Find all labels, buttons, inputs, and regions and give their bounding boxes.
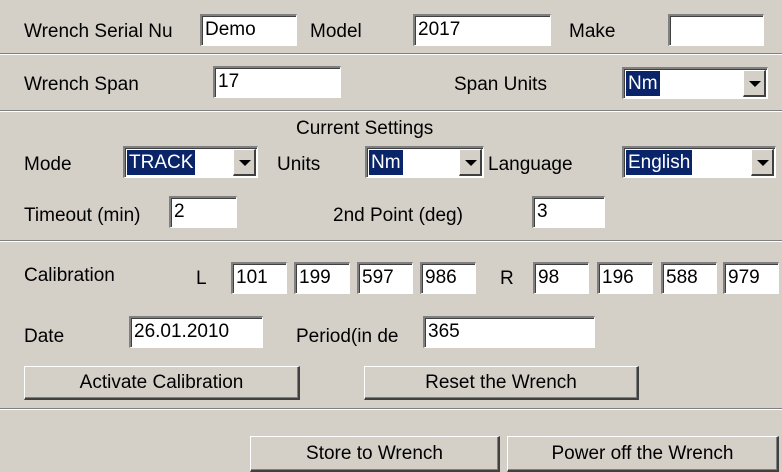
units-dropdown-arrow-icon[interactable] <box>459 149 482 176</box>
separator-1 <box>0 53 782 55</box>
calibration-right-3-field[interactable]: 588 <box>661 262 717 294</box>
calibration-left-1-field[interactable]: 101 <box>231 262 287 294</box>
reset-wrench-button[interactable]: Reset the Wrench <box>364 366 639 400</box>
separator-3 <box>0 240 782 242</box>
language-value: English <box>626 150 693 175</box>
timeout-label: Timeout (min) <box>24 205 141 226</box>
activate-calibration-button[interactable]: Activate Calibration <box>24 366 300 400</box>
units-value: Nm <box>369 150 403 175</box>
span-units-select[interactable]: Nm <box>622 67 768 99</box>
calibration-left-label: L <box>196 268 207 289</box>
units-label: Units <box>277 154 321 175</box>
calibration-right-4-field[interactable]: 979 <box>723 262 779 294</box>
period-field[interactable]: 365 <box>423 316 595 348</box>
separator-4 <box>0 408 782 410</box>
mode-select[interactable]: TRACK <box>123 146 258 178</box>
wrench-span-field[interactable]: 17 <box>213 66 341 98</box>
span-units-value: Nm <box>626 71 660 96</box>
language-label: Language <box>488 154 573 175</box>
separator-2 <box>0 110 782 112</box>
model-field[interactable]: 2017 <box>413 14 551 46</box>
date-field[interactable]: 26.01.2010 <box>129 316 263 348</box>
period-label: Period(in de <box>296 326 399 347</box>
calibration-left-2-field[interactable]: 199 <box>294 262 350 294</box>
make-label: Make <box>569 21 616 42</box>
units-select[interactable]: Nm <box>365 146 484 178</box>
calibration-label: Calibration <box>24 265 115 286</box>
serial-number-field[interactable]: Demo <box>200 14 297 46</box>
language-select[interactable]: English <box>622 146 776 178</box>
store-to-wrench-button[interactable]: Store to Wrench <box>250 436 500 472</box>
power-off-wrench-button[interactable]: Power off the Wrench <box>507 436 779 472</box>
make-field[interactable] <box>668 14 764 46</box>
mode-label: Mode <box>24 154 72 175</box>
second-point-field[interactable]: 3 <box>532 196 605 228</box>
second-point-label: 2nd Point (deg) <box>333 205 463 226</box>
mode-value: TRACK <box>127 150 196 175</box>
calibration-right-label: R <box>500 268 514 289</box>
model-label: Model <box>310 21 362 42</box>
timeout-field[interactable]: 2 <box>169 196 237 228</box>
span-units-dropdown-arrow-icon[interactable] <box>743 70 766 97</box>
wrench-span-label: Wrench Span <box>24 74 139 95</box>
span-units-label: Span Units <box>454 74 547 95</box>
serial-number-label: Wrench Serial Nu <box>24 21 173 42</box>
current-settings-title: Current Settings <box>296 118 434 139</box>
calibration-left-3-field[interactable]: 597 <box>357 262 413 294</box>
calibration-left-4-field[interactable]: 986 <box>420 262 476 294</box>
date-label: Date <box>24 326 65 347</box>
calibration-right-2-field[interactable]: 196 <box>597 262 653 294</box>
mode-dropdown-arrow-icon[interactable] <box>233 149 256 176</box>
language-dropdown-arrow-icon[interactable] <box>751 149 774 176</box>
calibration-right-1-field[interactable]: 98 <box>533 262 589 294</box>
